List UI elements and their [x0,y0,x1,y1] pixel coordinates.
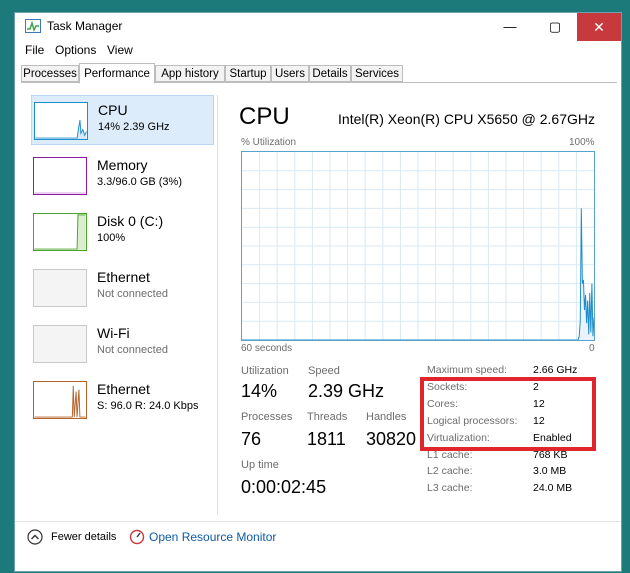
tab-details[interactable]: Details [309,65,351,82]
sidebar-item-cpu[interactable]: CPU 14% 2.39 GHz [31,95,214,145]
spec-l2-cache-label: L2 cache: [427,465,473,477]
tab-performance[interactable]: Performance [79,63,155,84]
spec-l2-cache-value: 3.0 MB [533,465,567,477]
utilization-value: 14% [241,381,278,401]
chevron-up-icon[interactable] [27,529,43,545]
close-button[interactable]: ✕ [577,13,621,41]
menu-options[interactable]: Options [55,43,96,57]
handles-value: 30820 [366,429,417,449]
footer-separator [15,521,621,522]
spec-l3-cache-label: L3 cache: [427,482,473,494]
sidebar-cpu-sub: 14% 2.39 GHz [98,121,170,133]
sidebar-ethernet-1-sub: Not connected [97,288,168,300]
ethernet-2-thumbnail-graph [33,381,87,419]
resource-monitor-icon[interactable] [129,529,145,545]
sidebar-cpu-title: CPU [98,102,128,118]
cpu-utilization-graph [241,151,595,341]
sidebar-disk-title: Disk 0 (C:) [97,213,164,229]
uptime-label: Up time [241,459,279,471]
graph-x-left-label: 60 seconds [241,343,293,354]
handles-label: Handles [366,411,407,423]
threads-label: Threads [307,411,348,423]
disk-thumbnail-graph [33,213,87,251]
task-manager-app-icon [25,19,41,33]
graph-x-right-label: 0 [589,343,595,354]
cpu-thumbnail-graph [34,102,88,140]
spec-l3-cache-value: 24.0 MB [533,482,573,494]
graph-y-label: % Utilization [241,137,297,148]
red-highlight-box [420,377,596,451]
window-title: Task Manager [47,19,123,33]
sidebar-disk-sub: 100% [97,232,126,244]
title-bar[interactable]: Task Manager — ▢ ✕ [15,13,621,41]
page-title: CPU [239,103,290,130]
sidebar-item-wifi[interactable]: Wi-Fi Not connected [31,319,214,369]
ethernet-1-thumbnail-graph [33,269,87,307]
open-resource-monitor-link[interactable]: Open Resource Monitor [149,530,276,544]
minimize-button[interactable]: — [487,13,533,41]
sidebar-ethernet-1-title: Ethernet [97,269,150,285]
menu-view[interactable]: View [107,43,133,57]
utilization-label: Utilization [241,365,289,377]
sidebar-item-ethernet-1[interactable]: Ethernet Not connected [31,263,214,313]
tab-users[interactable]: Users [271,65,309,82]
sidebar-ethernet-2-sub: S: 96.0 R: 24.0 Kbps [97,400,199,412]
threads-value: 1811 [307,429,346,449]
tab-services[interactable]: Services [351,65,403,82]
maximize-button[interactable]: ▢ [533,13,577,41]
wifi-thumbnail-graph [33,325,87,363]
menu-bar: File Options View [15,41,621,61]
sidebar-separator [217,95,218,515]
sidebar-ethernet-2-title: Ethernet [97,381,150,397]
memory-thumbnail-graph [33,157,87,195]
processes-label: Processes [241,411,293,423]
sidebar-item-ethernet-2[interactable]: Ethernet S: 96.0 R: 24.0 Kbps [31,375,214,425]
tab-app-history[interactable]: App history [155,65,225,82]
spec-max-speed-value: 2.66 GHz [533,364,578,376]
speed-value: 2.39 GHz [308,381,385,401]
speed-label: Speed [308,365,340,377]
sidebar-wifi-sub: Not connected [97,344,168,356]
processes-value: 76 [241,429,262,449]
uptime-value: 0:00:02:45 [241,477,327,497]
fewer-details-button[interactable]: Fewer details [51,531,116,543]
graph-y-max: 100% [569,137,595,148]
tab-startup[interactable]: Startup [225,65,271,82]
sidebar-memory-sub: 3.3/96.0 GB (3%) [97,176,182,188]
task-manager-window: Task Manager — ▢ ✕ File Options View Pro… [14,12,622,572]
sidebar-memory-title: Memory [97,157,148,173]
menu-file[interactable]: File [25,43,44,57]
tab-processes[interactable]: Processes [21,65,79,82]
spec-max-speed-label: Maximum speed: [427,364,507,376]
sidebar-item-disk[interactable]: Disk 0 (C:) 100% [31,207,214,257]
sidebar-item-memory[interactable]: Memory 3.3/96.0 GB (3%) [31,151,214,201]
sidebar-wifi-title: Wi-Fi [97,325,130,341]
cpu-model-name: Intel(R) Xeon(R) CPU X5650 @ 2.67GHz [338,111,595,127]
